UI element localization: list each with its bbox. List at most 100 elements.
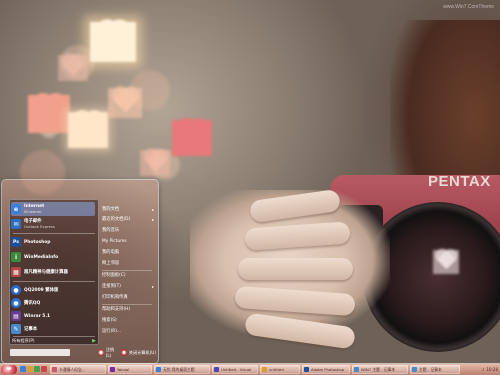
place-connect-to[interactable]: 连接到(T) ▸: [102, 283, 154, 291]
finger: [248, 188, 342, 224]
place-my-computer[interactable]: 我的电脑: [102, 249, 154, 257]
place-network[interactable]: 网上邻居: [102, 260, 154, 268]
bokeh-heart: [172, 120, 212, 156]
taskbar-button[interactable]: untitled: [260, 365, 300, 374]
clock[interactable]: 10:26: [486, 367, 498, 372]
taskbar-button[interactable]: Adobe Photoshop: [302, 365, 350, 374]
place-my-pictures[interactable]: My Pictures: [102, 238, 154, 246]
place-label: 帮助和支持(H): [102, 307, 131, 312]
recent-program-mediainfo[interactable]: i WinMediaInfo: [11, 250, 95, 264]
taskbar-button[interactable]: 主题 - 记事本: [410, 365, 460, 374]
calculator-app-icon: ▦: [11, 267, 21, 277]
place-label: 网上邻居: [102, 261, 120, 266]
recent-program-notepad[interactable]: ✎ 记事本: [11, 322, 95, 336]
bokeh-heart: [28, 95, 70, 133]
recent-program-tencent-qq[interactable]: ● 腾讯QQ: [11, 296, 95, 310]
system-tray: ♪ 10:26: [462, 365, 500, 374]
place-label: 打印机和传真: [102, 295, 128, 300]
search-input[interactable]: [10, 349, 70, 356]
finger: [238, 258, 353, 280]
taskbar-button[interactable]: Untitled - Visual: [212, 365, 258, 374]
quick-launch-browser-icon[interactable]: [20, 366, 26, 372]
start-button[interactable]: ❤: [1, 365, 17, 374]
programs-pane: e Internet IEcleaner ✉ 电子邮件 Outlook Expres…: [9, 199, 99, 345]
lens-heart-reflection: [433, 250, 459, 274]
place-recent-documents[interactable]: 最近的文档(D) ▸: [102, 216, 154, 224]
taskbar-button[interactable]: WIN7 主题 - 记事本: [352, 365, 408, 374]
camera-brand-text: PENTAX: [428, 173, 491, 190]
bokeh-heart: [108, 88, 142, 118]
program-subtitle: Outlook Express: [24, 224, 55, 229]
place-control-panel[interactable]: 控制面板(C): [102, 272, 154, 280]
chevron-right-icon: ▸: [151, 284, 154, 289]
volume-icon[interactable]: ♪: [482, 367, 485, 372]
qq-icon: ●: [11, 285, 21, 295]
arrow-right-icon: ▶: [92, 337, 96, 344]
place-label: 最近的文档(D): [102, 217, 131, 222]
finger: [234, 285, 356, 317]
quick-launch-folder-icon[interactable]: [27, 366, 33, 372]
bokeh-heart: [68, 112, 108, 148]
taskbar-button-label: Adobe Photoshop: [311, 367, 345, 372]
taskbar: ❤ 卡通情人纪念... Yahoo! 无忧·我的桌面主题 Untitled - …: [0, 364, 500, 375]
program-subtitle: IEcleaner: [24, 209, 42, 214]
finger: [244, 221, 351, 251]
pinned-program-email[interactable]: ✉ 电子邮件 Outlook Express: [11, 217, 95, 231]
window-icon: [52, 367, 57, 372]
place-label: 我的音乐: [102, 228, 120, 233]
recent-program-winrar[interactable]: ▤ Winrar 5.1: [11, 309, 95, 323]
window-icon: [304, 367, 309, 372]
watermark: www.Win7.ComTheme: [443, 4, 494, 10]
window-icon: [412, 367, 417, 372]
start-menu: e Internet IEcleaner ✉ 电子邮件 Outlook Expres…: [2, 180, 158, 363]
quick-launch-media-icon[interactable]: [34, 366, 40, 372]
separator: [102, 270, 152, 271]
places-pane: 我的文档 ▸ 最近的文档(D) ▸ 我的音乐 My Pictures 我的电脑 网上…: [102, 199, 154, 347]
program-title: QQ2009 繁体版: [24, 287, 59, 293]
place-my-music[interactable]: 我的音乐: [102, 227, 154, 235]
recent-program-qq2009[interactable]: ● QQ2009 繁体版: [11, 283, 95, 297]
shutdown-button[interactable]: 关闭计算机(U): [129, 350, 156, 356]
taskbar-button-label: 卡通情人纪念...: [59, 366, 86, 372]
pinned-program-internet[interactable]: e Internet IEcleaner: [11, 202, 95, 216]
internet-explorer-icon: e: [11, 204, 21, 214]
quick-launch-app-icon[interactable]: [41, 366, 47, 372]
recent-program-photoshop[interactable]: Ps Photoshop: [11, 235, 95, 249]
place-label: 我的电脑: [102, 250, 120, 255]
taskbar-button[interactable]: 卡通情人纪念...: [50, 365, 106, 374]
window-icon: [354, 367, 359, 372]
all-programs-button[interactable]: 所有程序(P) ▶: [12, 337, 96, 344]
place-search[interactable]: 搜索(S): [102, 317, 154, 325]
taskbar-button-label: Untitled - Visual: [221, 367, 252, 372]
bokeh-heart: [58, 55, 88, 81]
place-printers[interactable]: 打印机和传真: [102, 294, 154, 302]
media-info-icon: i: [11, 252, 21, 262]
window-icon: [156, 367, 161, 372]
notepad-icon: ✎: [11, 324, 21, 334]
place-label: My Pictures: [102, 239, 127, 244]
program-title: Photoshop: [24, 239, 51, 245]
place-label: 我的文档: [102, 207, 120, 212]
taskbar-button-label: WIN7 主题 - 记事本: [361, 366, 396, 372]
place-label: 搜索(S): [102, 318, 117, 323]
session-controls: 注销(L) 关闭计算机(U): [98, 347, 156, 358]
program-title: 超凡精神与健康计算器: [24, 269, 68, 275]
power-icon[interactable]: [121, 349, 127, 356]
place-run[interactable]: 运行(R)...: [102, 328, 154, 336]
recent-program-calculator[interactable]: ▦ 超凡精神与健康计算器: [11, 265, 95, 279]
window-icon: [110, 367, 115, 372]
taskbar-button-label: 无忧·我的桌面主题: [163, 366, 195, 372]
place-my-documents[interactable]: 我的文档 ▸: [102, 206, 154, 214]
program-title: 腾讯QQ: [24, 300, 41, 306]
taskbar-button[interactable]: Yahoo!: [108, 365, 152, 374]
place-help[interactable]: 帮助和支持(H): [102, 306, 154, 314]
program-title: Winrar 5.1: [24, 313, 51, 319]
taskbar-button[interactable]: 无忧·我的桌面主题: [154, 365, 210, 374]
place-label: 连接到(T): [102, 284, 121, 289]
logoff-button[interactable]: 注销(L): [106, 347, 117, 358]
logoff-icon[interactable]: [98, 349, 104, 356]
window-icon: [214, 367, 219, 372]
email-icon: ✉: [11, 219, 21, 229]
separator: [102, 304, 152, 305]
taskbar-button-label: untitled: [269, 367, 284, 372]
